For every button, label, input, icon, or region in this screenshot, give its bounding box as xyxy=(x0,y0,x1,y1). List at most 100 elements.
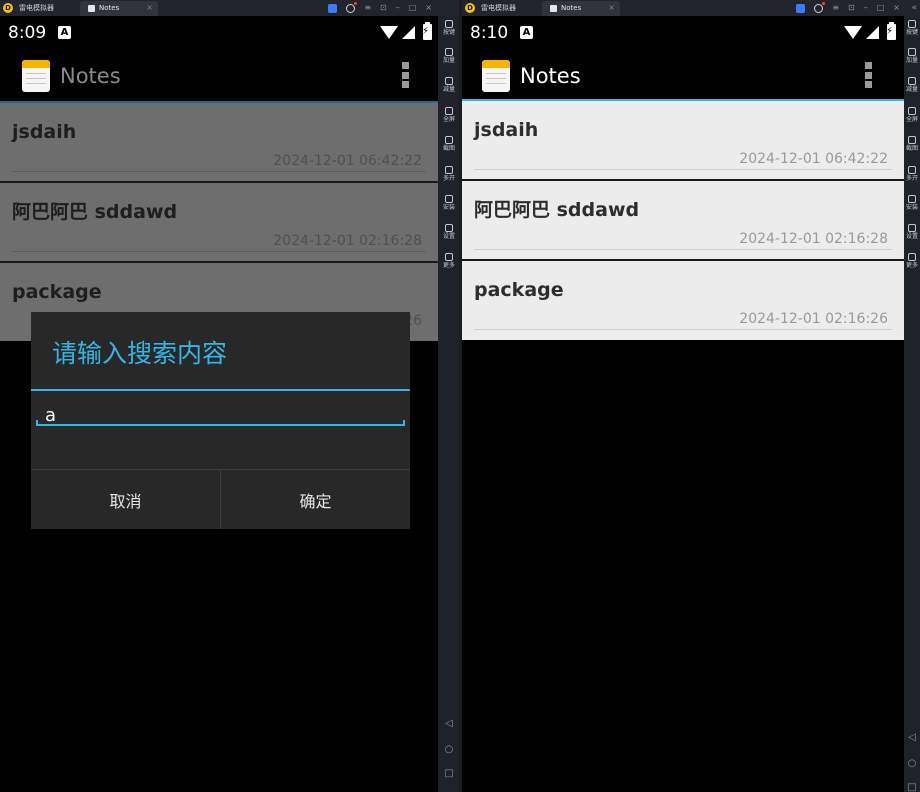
scissors-icon xyxy=(445,136,453,144)
overflow-menu-icon[interactable] xyxy=(402,62,409,88)
sidebar-settings[interactable]: 设置 xyxy=(438,224,460,241)
note-separator xyxy=(474,169,892,170)
recents-nav-icon[interactable]: □ xyxy=(438,768,460,780)
sidebar-more[interactable]: 更多 xyxy=(438,253,460,270)
dialog-button-bar: 取消 确定 xyxy=(31,469,410,529)
install-icon xyxy=(908,195,916,203)
emulator-app-name: 雷电模拟器 xyxy=(19,4,54,12)
back-nav-icon[interactable]: ◁ xyxy=(904,732,920,744)
gear-icon xyxy=(445,224,453,232)
volume-down-icon xyxy=(908,77,916,85)
restore-icon[interactable]: ⊡ xyxy=(848,1,855,15)
dialog-title: 请输入搜索内容 xyxy=(52,339,228,368)
note-separator xyxy=(474,329,892,330)
emulator-window-left: D 雷电模拟器 Notes × ≡ ⊡ – □ × 8:09 A Notes xyxy=(0,0,460,792)
gear-icon xyxy=(908,224,916,232)
sidebar-multi-instance[interactable]: 多开 xyxy=(904,166,920,183)
maximize-icon[interactable]: □ xyxy=(877,1,885,15)
close-tab-icon[interactable]: × xyxy=(146,2,153,14)
home-nav-icon[interactable]: ○ xyxy=(438,744,460,756)
wifi-icon xyxy=(844,25,862,39)
sidebar-install[interactable]: 安装 xyxy=(904,195,920,212)
note-item[interactable]: 阿巴阿巴 sddawd 2024-12-01 02:16:28 xyxy=(462,181,904,261)
note-title: package xyxy=(12,281,102,303)
close-tab-icon[interactable]: × xyxy=(608,2,615,14)
status-notification-badge: A xyxy=(520,26,533,39)
sidebar-screenshot[interactable]: 截图 xyxy=(438,136,460,153)
volume-down-icon xyxy=(445,77,453,85)
sidebar-settings[interactable]: 设置 xyxy=(904,224,920,241)
assistant-icon[interactable] xyxy=(796,3,806,13)
restore-icon[interactable]: ⊡ xyxy=(380,1,387,15)
minimize-icon[interactable]: – xyxy=(396,1,400,15)
emulator-sidebar: 按键 加量 减量 全屏 截图 多开 安装 设置 更多 ◁ ○ □ xyxy=(438,16,460,792)
multi-instance-icon xyxy=(445,166,453,174)
sidebar-screenshot[interactable]: 截图 xyxy=(904,136,920,153)
notepad-app-icon xyxy=(22,60,50,92)
note-separator xyxy=(12,171,426,172)
emulator-app-name: 雷电模拟器 xyxy=(481,4,516,12)
minimize-icon[interactable]: – xyxy=(864,1,868,15)
emulator-tab-label: Notes xyxy=(561,4,582,12)
app-title: Notes xyxy=(60,64,121,88)
notification-icon[interactable] xyxy=(346,1,358,13)
note-item[interactable]: 阿巴阿巴 sddawd 2024-12-01 02:16:28 xyxy=(0,183,438,263)
maximize-icon[interactable]: □ xyxy=(409,1,417,15)
collapse-sidebar-icon[interactable]: « xyxy=(911,3,917,13)
status-time: 8:09 xyxy=(8,23,47,43)
keyboard-icon xyxy=(445,20,453,28)
search-input[interactable]: a xyxy=(36,400,405,438)
status-time: 8:10 xyxy=(470,23,509,43)
confirm-button[interactable]: 确定 xyxy=(220,470,410,529)
search-input-underline xyxy=(36,420,405,426)
recents-nav-icon[interactable]: □ xyxy=(904,782,920,792)
note-date: 2024-12-01 02:16:26 xyxy=(739,311,888,327)
emulator-tab-notes[interactable]: Notes × xyxy=(80,1,158,16)
sidebar-fullscreen[interactable]: 全屏 xyxy=(438,107,460,124)
fullscreen-icon xyxy=(445,107,453,115)
menu-icon[interactable]: ≡ xyxy=(364,1,371,15)
action-bar: Notes xyxy=(0,48,438,103)
notification-icon[interactable] xyxy=(814,1,826,13)
sidebar-more[interactable]: 更多 xyxy=(904,253,920,270)
keyboard-icon xyxy=(908,20,916,28)
home-nav-icon[interactable]: ○ xyxy=(904,758,920,770)
sidebar-volume-up[interactable]: 加量 xyxy=(904,48,920,65)
volume-up-icon xyxy=(445,48,453,56)
notepad-app-icon xyxy=(482,60,510,92)
close-window-icon[interactable]: × xyxy=(893,1,900,15)
note-title: 阿巴阿巴 sddawd xyxy=(474,199,640,221)
sidebar-volume-up[interactable]: 加量 xyxy=(438,48,460,65)
fullscreen-icon xyxy=(908,107,916,115)
note-title: package xyxy=(474,279,564,301)
emulator-window-right: D 雷电模拟器 Notes × ≡ ⊡ – □ × « 8:10 A Notes xyxy=(462,0,920,792)
note-item[interactable]: package 2024-12-01 02:16:26 xyxy=(462,261,904,340)
sidebar-install[interactable]: 安装 xyxy=(438,195,460,212)
note-item[interactable]: jsdaih 2024-12-01 06:42:22 xyxy=(0,103,438,183)
android-status-bar: 8:09 A xyxy=(0,16,438,48)
note-date: 2024-12-01 06:42:22 xyxy=(273,153,422,169)
cell-signal-icon xyxy=(402,25,415,39)
emulator-logo-icon: D xyxy=(3,3,13,13)
notes-list: jsdaih 2024-12-01 06:42:22 阿巴阿巴 sddawd 2… xyxy=(462,101,904,340)
multi-instance-icon xyxy=(908,166,916,174)
sidebar-fullscreen[interactable]: 全屏 xyxy=(904,107,920,124)
sidebar-volume-down[interactable]: 减量 xyxy=(438,77,460,94)
assistant-icon[interactable] xyxy=(328,3,338,13)
sidebar-keymap[interactable]: 按键 xyxy=(438,20,460,37)
note-item[interactable]: jsdaih 2024-12-01 06:42:22 xyxy=(462,101,904,181)
close-window-icon[interactable]: × xyxy=(425,1,432,15)
emulator-tab-notes[interactable]: Notes × xyxy=(542,1,620,16)
status-notification-badge: A xyxy=(58,26,71,39)
note-date: 2024-12-01 02:16:28 xyxy=(739,231,888,247)
sidebar-volume-down[interactable]: 减量 xyxy=(904,77,920,94)
menu-icon[interactable]: ≡ xyxy=(832,1,839,15)
notes-tab-icon xyxy=(550,5,557,12)
back-nav-icon[interactable]: ◁ xyxy=(438,718,460,730)
cancel-button[interactable]: 取消 xyxy=(31,470,220,529)
overflow-menu-icon[interactable] xyxy=(865,62,872,88)
sidebar-keymap[interactable]: 按键 xyxy=(904,20,920,37)
note-date: 2024-12-01 02:16:28 xyxy=(273,233,422,249)
dialog-title-divider xyxy=(31,389,410,391)
sidebar-multi-instance[interactable]: 多开 xyxy=(438,166,460,183)
